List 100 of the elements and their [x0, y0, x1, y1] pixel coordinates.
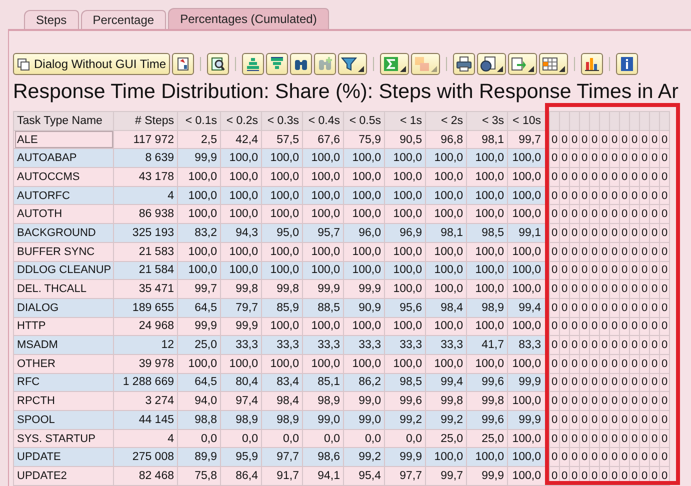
- sigma-button[interactable]: [380, 53, 410, 75]
- table-cell: 100,0: [344, 148, 384, 168]
- table-cell: 33,3: [426, 336, 466, 354]
- table-cell: 100,0: [344, 168, 384, 186]
- table-cell: 100,0: [302, 186, 344, 205]
- column-header[interactable]: < 1s: [384, 112, 426, 130]
- table-cell: 99,2: [344, 448, 384, 467]
- table-cell: 95,0: [262, 224, 302, 242]
- table-cell: 21 584: [114, 261, 178, 280]
- table-cell: 100,0: [262, 354, 302, 374]
- table-cell: 43 178: [114, 168, 178, 186]
- sigma-icon: [383, 56, 400, 72]
- table-cell: 90,5: [384, 130, 426, 149]
- filter-button[interactable]: [338, 53, 368, 75]
- table-cell: 100,0: [302, 261, 344, 280]
- column-header[interactable]: < 0.5s: [344, 112, 384, 130]
- table-cell: 79,7: [220, 298, 262, 318]
- table-cell: 33,3: [384, 336, 426, 354]
- table-cell: SYS. STARTUP: [14, 429, 114, 448]
- column-header[interactable]: Task Type Name: [14, 112, 114, 130]
- table-cell: 100,0: [178, 261, 220, 280]
- table-cell: 98,9: [220, 410, 262, 430]
- export-button[interactable]: [508, 53, 538, 75]
- table-cell: 100,0: [302, 317, 344, 336]
- table-cell: 100,0: [384, 148, 426, 168]
- column-header[interactable]: < 0.1s: [178, 112, 220, 130]
- printer-button[interactable]: [453, 53, 476, 75]
- tab[interactable]: Percentage: [80, 10, 166, 29]
- printer-icon: [456, 56, 472, 72]
- column-header[interactable]: # Steps: [114, 112, 178, 130]
- table-cell: 33,3: [220, 336, 262, 354]
- table-cell: 25,0: [178, 336, 220, 354]
- table-cell: 100,0: [384, 280, 426, 298]
- table-cell: 64,5: [178, 373, 220, 392]
- column-header[interactable]: < 0.3s: [262, 112, 302, 130]
- table-cell: HTTP: [14, 317, 114, 336]
- table-cell: 100,0: [384, 186, 426, 205]
- sort-ascending-button[interactable]: [242, 53, 264, 75]
- info-button[interactable]: [616, 53, 638, 75]
- windows-icon: [17, 58, 31, 70]
- table-cell: 99,8: [466, 392, 508, 410]
- document-icon: [175, 56, 192, 72]
- table-cell: 41,7: [466, 336, 508, 354]
- table-cell: 99,6: [384, 392, 426, 410]
- table-cell: 100,0: [344, 242, 384, 261]
- column-header[interactable]: < 2s: [426, 112, 466, 130]
- table-cell: MSADM: [14, 336, 114, 354]
- report-title: Response Time Distribution: Share (%): Steps with Response Times in Ar: [13, 80, 680, 104]
- caret-icon: [431, 66, 438, 72]
- column-header[interactable]: < 3s: [466, 112, 508, 130]
- sort-descending-button[interactable]: [266, 53, 288, 75]
- table-cell: 86 938: [114, 204, 178, 224]
- table-cell: 100,0: [178, 354, 220, 374]
- table-cell: 2,5: [178, 130, 220, 149]
- table-cell: 0,0: [344, 429, 384, 448]
- table-cell: 33,3: [262, 336, 302, 354]
- table-cell: 100,0: [384, 168, 426, 186]
- toolbar-button[interactable]: Dialog Without GUI Time: [13, 53, 170, 75]
- table-cell: 100,0: [262, 168, 302, 186]
- table-cell: 100,0: [262, 261, 302, 280]
- table-cell: 94,0: [178, 392, 220, 410]
- table-cell: 100,0: [178, 242, 220, 261]
- table-cell: 100,0: [426, 242, 466, 261]
- table-cell: 94,3: [220, 224, 262, 242]
- column-header[interactable]: < 0.4s: [302, 112, 344, 130]
- layout-button[interactable]: [539, 53, 568, 75]
- table-cell: 100,0: [220, 354, 262, 374]
- table-cell: 98,9: [302, 392, 344, 410]
- binoculars-plus-icon: [317, 56, 334, 72]
- caret-icon: [528, 66, 534, 72]
- table-cell: 99,9: [384, 448, 426, 467]
- table-cell: AUTOABAP: [14, 148, 114, 168]
- table-cell: UPDATE: [14, 448, 114, 467]
- table-cell: 98,5: [466, 224, 508, 242]
- table-cell: 99,6: [466, 410, 508, 430]
- tab[interactable]: Percentages (Cumulated): [168, 8, 329, 29]
- caret-icon: [358, 66, 364, 72]
- table-cell: 83,4: [262, 373, 302, 392]
- table-cell: 100,0: [178, 168, 220, 186]
- magnifier-icon: [210, 56, 226, 72]
- table-cell: 75,9: [344, 130, 384, 149]
- document-button[interactable]: [172, 53, 194, 75]
- table-cell: 98,4: [426, 298, 466, 318]
- table-cell: 100,0: [220, 204, 262, 224]
- magnifier-button[interactable]: [207, 53, 230, 75]
- table-cell: 100,0: [344, 186, 384, 205]
- binoculars-button[interactable]: [290, 53, 312, 75]
- caret-icon: [400, 66, 406, 72]
- table-cell: 42,4: [220, 130, 262, 149]
- column-header[interactable]: < 0.2s: [220, 112, 262, 130]
- table-cell: 100,0: [426, 317, 466, 336]
- tab[interactable]: Steps: [24, 10, 79, 29]
- table-cell: 99,9: [178, 148, 220, 168]
- table-cell: 98,1: [466, 130, 508, 149]
- table-cell: 100,0: [262, 317, 302, 336]
- filter-icon: [341, 56, 358, 72]
- table-cell: 100,0: [220, 186, 262, 205]
- table-cell: AUTOTH: [14, 204, 114, 224]
- bar-chart-button[interactable]: [581, 53, 604, 75]
- table-cell: 99,7: [426, 466, 466, 486]
